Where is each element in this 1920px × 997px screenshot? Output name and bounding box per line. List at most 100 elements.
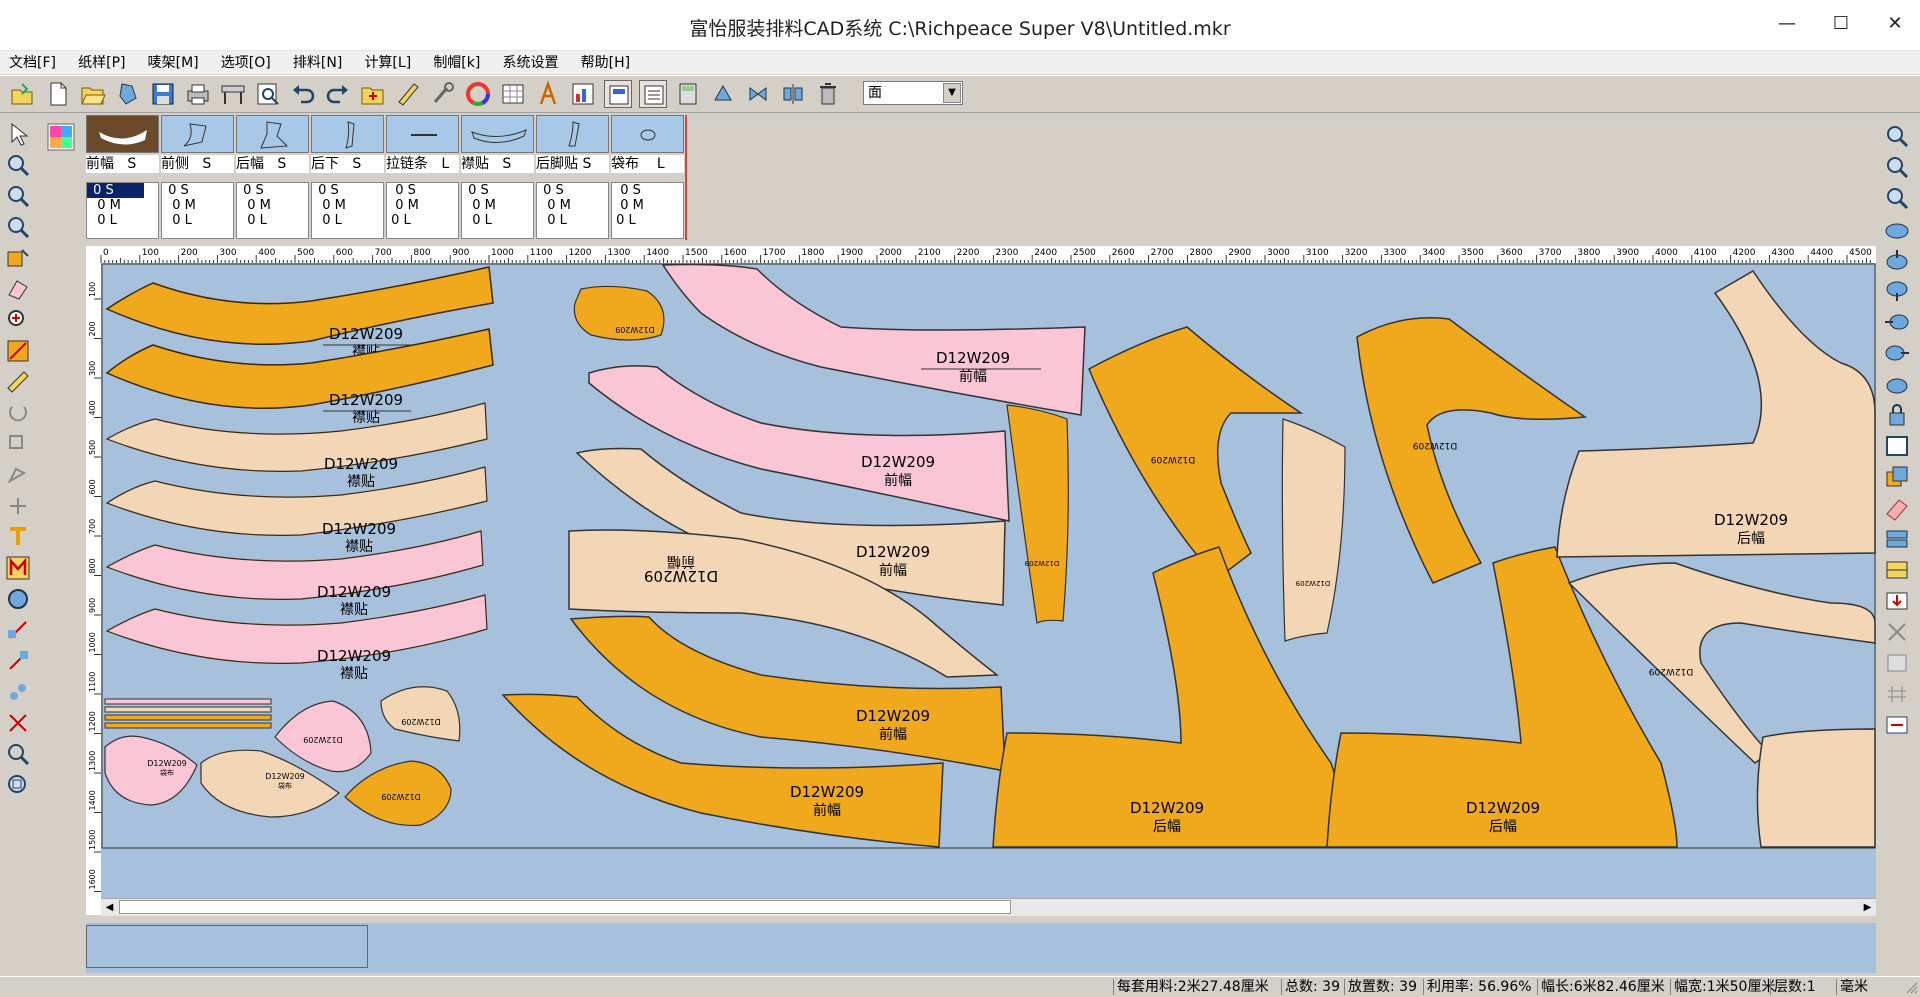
m-tool-icon[interactable] bbox=[4, 554, 32, 582]
split-icon[interactable] bbox=[4, 461, 32, 489]
color-palette-icon[interactable] bbox=[46, 122, 76, 152]
horizontal-scrollbar[interactable]: ◀ ▶ bbox=[101, 898, 1876, 916]
pattern-thumbnail[interactable] bbox=[461, 115, 534, 153]
piece-daibu-4[interactable]: D12W209 bbox=[380, 686, 461, 742]
remove-icon[interactable] bbox=[1882, 618, 1912, 646]
piece-zipper-strips[interactable] bbox=[104, 698, 272, 729]
zoom-out-icon[interactable] bbox=[4, 213, 32, 241]
fold-icon[interactable] bbox=[1882, 649, 1912, 677]
magnify-icon[interactable] bbox=[4, 306, 32, 334]
fabric-select[interactable]: 面 ▼ bbox=[863, 81, 963, 105]
globe-icon[interactable] bbox=[4, 585, 32, 613]
find-icon[interactable] bbox=[4, 740, 32, 768]
size-list[interactable]: 0 S 0 M 0 L bbox=[386, 182, 459, 239]
distribute-h-icon[interactable] bbox=[1882, 525, 1912, 553]
piece-jintie-4[interactable]: D12W209 襟贴 bbox=[105, 466, 488, 555]
piece-jintie-5[interactable]: D12W209 襟贴 bbox=[105, 530, 484, 618]
minimize-button[interactable]: — bbox=[1764, 8, 1810, 40]
menu-calculate[interactable]: 计算[L] bbox=[355, 51, 420, 73]
piece-houxia-2[interactable]: D12W209 bbox=[1356, 317, 1588, 584]
zoom-all-icon[interactable] bbox=[4, 771, 32, 799]
shift-up-icon[interactable] bbox=[1882, 370, 1912, 398]
save-icon[interactable] bbox=[149, 80, 177, 108]
piece-qiance-1[interactable]: D12W209 bbox=[1006, 404, 1069, 624]
open-file-icon[interactable] bbox=[79, 80, 107, 108]
pattern-item-8[interactable]: 袋布 L 0 S 0 M 0 L bbox=[611, 115, 684, 240]
text-icon[interactable] bbox=[534, 80, 562, 108]
menu-options[interactable]: 选项[O] bbox=[212, 51, 280, 73]
pattern-thumbnail[interactable] bbox=[161, 115, 234, 153]
rotate-icon[interactable] bbox=[709, 80, 737, 108]
scrollbar-thumb[interactable] bbox=[119, 900, 1011, 914]
piece-jintie-6[interactable]: D12W209 襟贴 bbox=[105, 594, 488, 682]
pointer-icon[interactable] bbox=[4, 120, 32, 148]
piece-houfu-5[interactable] bbox=[1756, 728, 1876, 848]
preview-icon[interactable] bbox=[254, 80, 282, 108]
zoom-in-icon[interactable] bbox=[1882, 122, 1912, 150]
pattern-item-7[interactable]: 后脚贴 S 0 S 0 M 0 L bbox=[536, 115, 609, 240]
distribute-v-icon[interactable] bbox=[1882, 556, 1912, 584]
pattern-thumbnail[interactable] bbox=[236, 115, 309, 153]
table-icon[interactable] bbox=[499, 80, 527, 108]
lock-icon[interactable] bbox=[1882, 401, 1912, 429]
measure-icon[interactable] bbox=[4, 368, 32, 396]
pattern-item-6[interactable]: 襟贴 S 0 S 0 M 0 L bbox=[461, 115, 534, 240]
pattern-thumbnail[interactable] bbox=[536, 115, 609, 153]
pattern-item-2[interactable]: 前侧 S 0 S 0 M 0 L bbox=[161, 115, 234, 240]
move-piece-icon[interactable] bbox=[4, 244, 32, 272]
plotter-icon[interactable] bbox=[219, 80, 247, 108]
size-list[interactable]: 0 S 0 M 0 L bbox=[536, 182, 609, 239]
scroll-right-icon[interactable]: ▶ bbox=[1859, 899, 1876, 916]
marker-canvas[interactable]: D12W209 襟贴 D12W209 襟贴 D12W209 襟贴 D12W209… bbox=[101, 263, 1876, 898]
trash-icon[interactable] bbox=[814, 80, 842, 108]
piece-daibu-3[interactable]: D12W209 bbox=[274, 700, 372, 773]
piece-jintie-2[interactable]: D12W209 襟贴 bbox=[105, 328, 494, 426]
pattern-item-3[interactable]: 后幅 S 0 S 0 M 0 L bbox=[236, 115, 309, 240]
undo-icon[interactable] bbox=[289, 80, 317, 108]
piece-daibu-5[interactable]: D12W209 bbox=[344, 760, 452, 827]
ruler-pencil-icon[interactable] bbox=[394, 80, 422, 108]
piece-qianfu-1[interactable]: D12W209 前幅 bbox=[661, 263, 1086, 416]
close-button[interactable]: ✕ bbox=[1872, 8, 1918, 40]
size-list[interactable]: 0 S 0 M 0 L bbox=[86, 182, 159, 239]
chevron-down-icon[interactable]: ▼ bbox=[943, 83, 961, 103]
pattern-thumbnail[interactable] bbox=[386, 115, 459, 153]
zoom-fit-icon[interactable] bbox=[1882, 184, 1912, 212]
arrange-icon[interactable] bbox=[4, 616, 32, 644]
layers-icon[interactable] bbox=[1882, 463, 1912, 491]
scroll-left-icon[interactable]: ◀ bbox=[101, 899, 118, 916]
open-style-icon[interactable] bbox=[8, 80, 36, 108]
zoom-window-icon[interactable] bbox=[4, 151, 32, 179]
marker-info-icon[interactable] bbox=[1882, 711, 1912, 739]
calculator-icon[interactable] bbox=[674, 80, 702, 108]
menu-hat[interactable]: 制帽[k] bbox=[424, 51, 489, 73]
piece-jintie-3[interactable]: D12W209 襟贴 bbox=[105, 402, 488, 490]
menu-marker[interactable]: 唛架[M] bbox=[139, 51, 208, 73]
menu-help[interactable]: 帮助[H] bbox=[572, 51, 639, 73]
pattern-icon[interactable] bbox=[114, 80, 142, 108]
layout-view-icon[interactable] bbox=[604, 80, 632, 108]
piece-qiance-2[interactable]: D12W209 bbox=[1281, 418, 1346, 642]
cut-icon[interactable] bbox=[4, 337, 32, 365]
piece-daibu-6[interactable]: D12W209 bbox=[573, 285, 665, 341]
piece-houfu-3[interactable]: D12W209 后幅 bbox=[1556, 269, 1876, 558]
grid-icon[interactable] bbox=[1882, 680, 1912, 708]
menu-system-settings[interactable]: 系统设置 bbox=[493, 51, 567, 73]
overlap-icon[interactable] bbox=[4, 430, 32, 458]
tools-icon[interactable] bbox=[429, 80, 457, 108]
export-icon[interactable] bbox=[1882, 587, 1912, 615]
flip-piece-icon[interactable] bbox=[4, 492, 32, 520]
print-icon[interactable] bbox=[184, 80, 212, 108]
pattern-item-1[interactable]: 前幅 S 0 S 0 M 0 L bbox=[86, 115, 159, 240]
menu-nesting[interactable]: 排料[N] bbox=[284, 51, 351, 73]
size-list[interactable]: 0 S 0 M 0 L bbox=[611, 182, 684, 239]
add-pattern-icon[interactable] bbox=[359, 80, 387, 108]
pattern-thumbnail[interactable] bbox=[86, 115, 159, 153]
size-list[interactable]: 0 S 0 M 0 L bbox=[236, 182, 309, 239]
t-tool-icon[interactable] bbox=[4, 523, 32, 551]
pattern-thumbnail[interactable] bbox=[311, 115, 384, 153]
stack-up-icon[interactable] bbox=[1882, 246, 1912, 274]
shift-right-icon[interactable] bbox=[1882, 339, 1912, 367]
color-wheel-icon[interactable] bbox=[464, 80, 492, 108]
new-file-icon[interactable] bbox=[44, 80, 72, 108]
